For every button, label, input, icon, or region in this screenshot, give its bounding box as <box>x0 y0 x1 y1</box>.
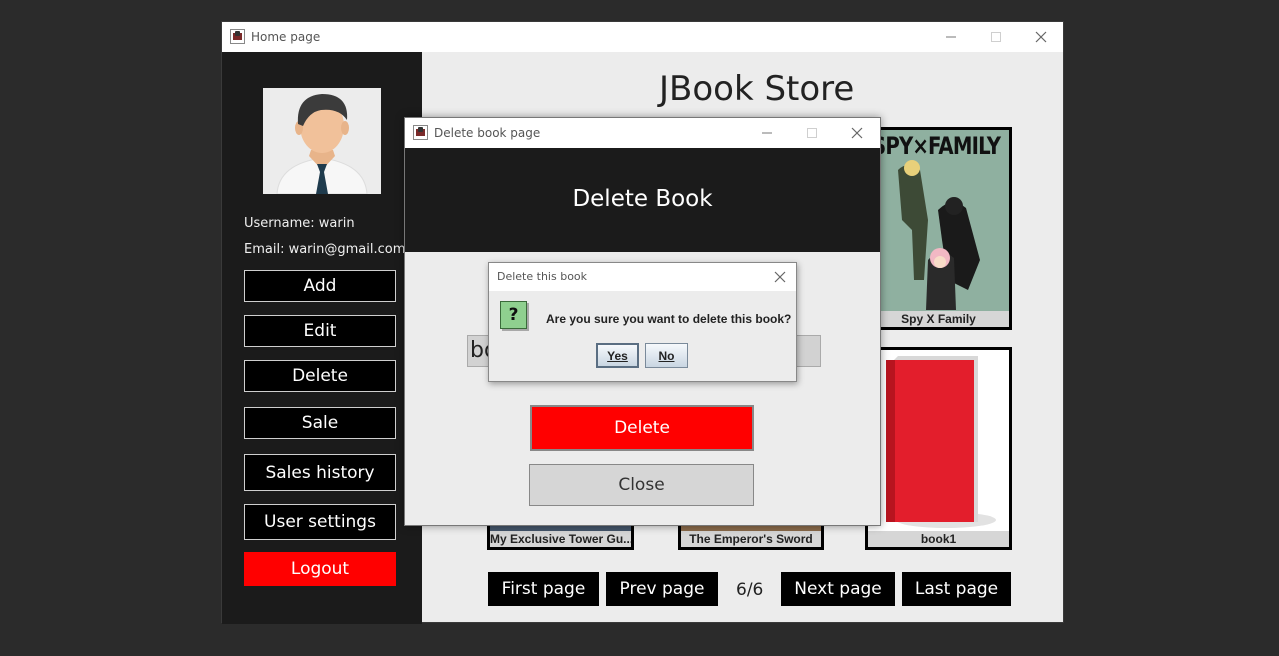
close-icon <box>851 127 863 139</box>
book-title: The Emperor's Sword <box>681 531 821 547</box>
book-title: My Exclusive Tower Gu... <box>490 531 631 547</box>
last-page-button[interactable]: Last page <box>902 572 1011 606</box>
home-window-title: Home page <box>251 30 321 44</box>
avatar <box>263 88 381 194</box>
close-icon <box>774 271 786 283</box>
add-button[interactable]: Add <box>244 270 396 302</box>
app-icon <box>230 29 245 44</box>
yes-button[interactable]: Yes <box>596 343 639 368</box>
page-title: JBook Store <box>659 69 855 109</box>
maximize-button[interactable] <box>789 118 835 148</box>
minimize-icon <box>762 132 772 134</box>
minimize-button[interactable] <box>928 22 974 52</box>
delete-nav-button[interactable]: Delete <box>244 360 396 392</box>
maximize-button[interactable] <box>973 22 1019 52</box>
close-button[interactable] <box>759 263 797 291</box>
delete-header: Delete Book <box>405 148 880 252</box>
logout-button[interactable]: Logout <box>244 552 396 586</box>
maximize-icon <box>807 128 817 138</box>
book-card[interactable]: book1 <box>865 347 1012 550</box>
sales-history-button[interactable]: Sales history <box>244 454 396 491</box>
sale-button[interactable]: Sale <box>244 407 396 439</box>
book-card[interactable]: SPY×FAMILY Spy X Family <box>865 127 1012 330</box>
app-icon <box>413 125 428 140</box>
delete-button[interactable]: Delete <box>530 405 754 451</box>
confirm-title: Delete this book <box>497 270 588 283</box>
close-icon <box>1035 31 1047 43</box>
username-label: Username: warin <box>244 216 355 231</box>
confirm-dialog: Delete this book ? Are you sure you want… <box>488 262 797 382</box>
first-page-button[interactable]: First page <box>488 572 599 606</box>
confirm-message: Are you sure you want to delete this boo… <box>546 312 792 326</box>
minimize-button[interactable] <box>744 118 790 148</box>
minimize-icon <box>946 36 956 38</box>
book-cover <box>868 350 1009 531</box>
prev-page-button[interactable]: Prev page <box>606 572 718 606</box>
next-page-button[interactable]: Next page <box>781 572 895 606</box>
no-button[interactable]: No <box>645 343 688 368</box>
close-window-button[interactable]: Close <box>529 464 754 506</box>
user-settings-button[interactable]: User settings <box>244 504 396 540</box>
email-label: Email: warin@gmail.com <box>244 242 406 257</box>
delete-window-title: Delete book page <box>434 126 541 140</box>
question-icon: ? <box>500 301 527 329</box>
book-title: Spy X Family <box>868 311 1009 327</box>
sidebar: Username: warin Email: warin@gmail.com A… <box>222 52 422 624</box>
confirm-titlebar: Delete this book <box>489 263 796 291</box>
edit-button[interactable]: Edit <box>244 315 396 347</box>
book-title: book1 <box>868 531 1009 547</box>
book-cover: SPY×FAMILY <box>868 130 1009 311</box>
maximize-icon <box>991 32 1001 42</box>
page-indicator: 6/6 <box>736 580 764 600</box>
close-button[interactable] <box>834 118 880 148</box>
delete-window-titlebar: Delete book page <box>405 118 880 148</box>
home-titlebar: Home page <box>222 22 1063 52</box>
close-button[interactable] <box>1018 22 1064 52</box>
delete-heading: Delete Book <box>572 186 713 212</box>
